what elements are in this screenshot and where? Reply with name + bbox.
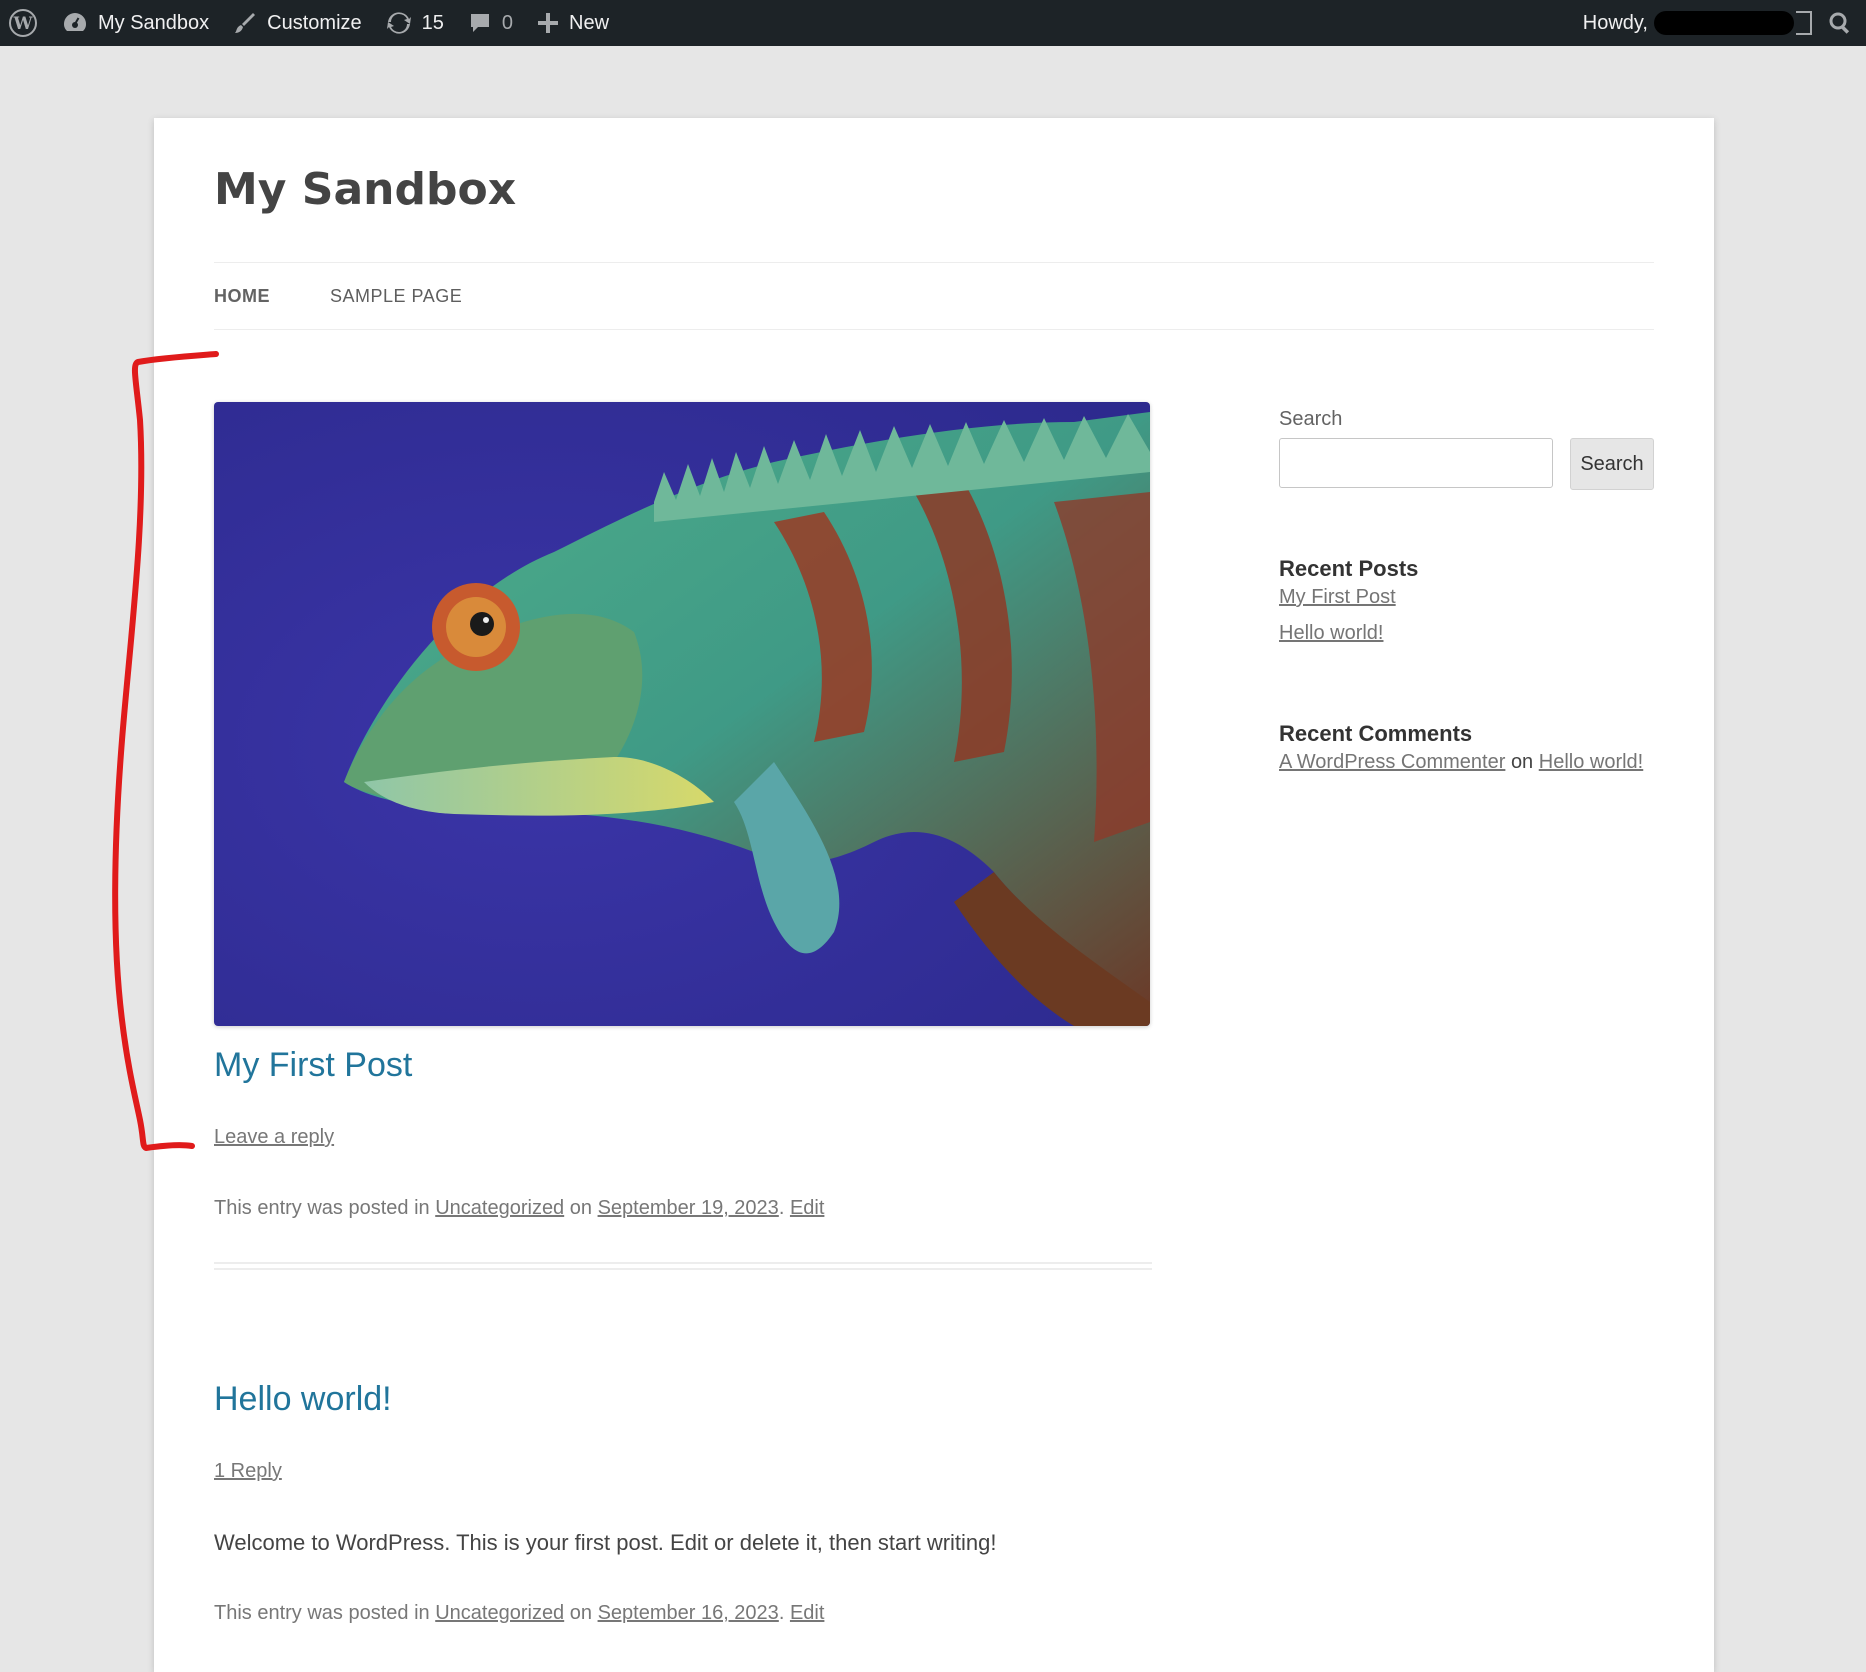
customize-link[interactable]: Customize — [221, 0, 373, 46]
main-content: My First Post Leave a reply This entry w… — [214, 402, 1152, 1624]
admin-search-button[interactable] — [1816, 0, 1866, 46]
customize-label: Customize — [267, 11, 362, 34]
updates-link[interactable]: 15 — [374, 0, 456, 46]
meta-prefix: This entry was posted in — [214, 1602, 430, 1624]
wordpress-logo-icon: W — [8, 8, 38, 38]
meta-on: on — [569, 1602, 592, 1624]
comment-on: on — [1510, 751, 1534, 773]
my-account-menu[interactable]: Howdy, — [1571, 0, 1816, 46]
post-title-hello-world[interactable]: Hello world! — [214, 1380, 392, 1419]
one-reply-link[interactable]: 1 Reply — [214, 1460, 282, 1483]
post-title-my-first-post[interactable]: My First Post — [214, 1046, 412, 1085]
post-content: Welcome to WordPress. This is your first… — [214, 1530, 997, 1555]
recent-post-link[interactable]: Hello world! — [1279, 622, 1383, 645]
search-input[interactable] — [1279, 438, 1553, 488]
recent-post-link[interactable]: My First Post — [1279, 586, 1396, 609]
new-label: New — [569, 11, 610, 34]
svg-text:W: W — [12, 14, 33, 34]
wordpress-logo-button[interactable]: W — [0, 0, 50, 46]
edit-link[interactable]: Edit — [790, 1197, 824, 1219]
post-title-link[interactable]: Hello world! — [214, 1380, 392, 1418]
updates-count: 15 — [421, 11, 444, 34]
recent-comment-item: A WordPress Commenter on Hello world! — [1279, 751, 1643, 774]
post-separator — [214, 1262, 1152, 1270]
category-link[interactable]: Uncategorized — [435, 1602, 564, 1624]
meta-prefix: This entry was posted in — [214, 1197, 430, 1219]
howdy-label: Howdy, — [1582, 11, 1648, 34]
search-button[interactable]: Search — [1570, 438, 1654, 490]
leave-a-reply-link[interactable]: Leave a reply — [214, 1126, 334, 1149]
edit-link[interactable]: Edit — [790, 1602, 824, 1624]
site-name-label: My Sandbox — [98, 11, 210, 34]
post-title-link[interactable]: My First Post — [214, 1046, 412, 1084]
post-my-first-post — [214, 402, 1152, 1026]
page-container: My Sandbox HOME SAMPLE PAGE My First Pos… — [154, 118, 1714, 1672]
main-navigation: HOME SAMPLE PAGE — [214, 262, 1654, 330]
recent-comments-title: Recent Comments — [1279, 721, 1473, 746]
featured-image-chameleon[interactable] — [214, 402, 1150, 1026]
nav-item-sample-page[interactable]: SAMPLE PAGE — [330, 286, 462, 307]
comments-link[interactable]: 0 — [456, 0, 525, 46]
redacted-username — [1654, 11, 1794, 35]
post-footer-meta: This entry was posted in Uncategorized o… — [214, 1602, 825, 1624]
paintbrush-icon — [233, 11, 257, 35]
search-icon — [1828, 11, 1852, 35]
admin-bar: W My Sandbox Customize 15 0 New Howdy, — [0, 0, 1866, 46]
date-link[interactable]: September 19, 2023 — [598, 1197, 779, 1219]
dashboard-icon — [62, 10, 88, 36]
category-link[interactable]: Uncategorized — [435, 1197, 564, 1219]
site-name-menu[interactable]: My Sandbox — [50, 0, 221, 46]
comment-post-link[interactable]: Hello world! — [1539, 751, 1643, 773]
comments-count: 0 — [501, 11, 514, 34]
avatar — [1796, 11, 1812, 35]
meta-on: on — [569, 1197, 592, 1219]
date-link[interactable]: September 16, 2023 — [598, 1602, 779, 1624]
updates-icon — [386, 10, 412, 36]
new-content-menu[interactable]: New — [525, 0, 621, 46]
plus-icon — [537, 12, 559, 34]
site-title[interactable]: My Sandbox — [214, 164, 516, 215]
nav-item-home[interactable]: HOME — [214, 286, 270, 307]
search-label: Search — [1279, 408, 1343, 430]
post-footer-meta: This entry was posted in Uncategorized o… — [214, 1197, 825, 1219]
recent-posts-title: Recent Posts — [1279, 556, 1419, 581]
comment-author-link[interactable]: A WordPress Commenter — [1279, 751, 1505, 773]
comment-bubble-icon — [468, 11, 492, 35]
